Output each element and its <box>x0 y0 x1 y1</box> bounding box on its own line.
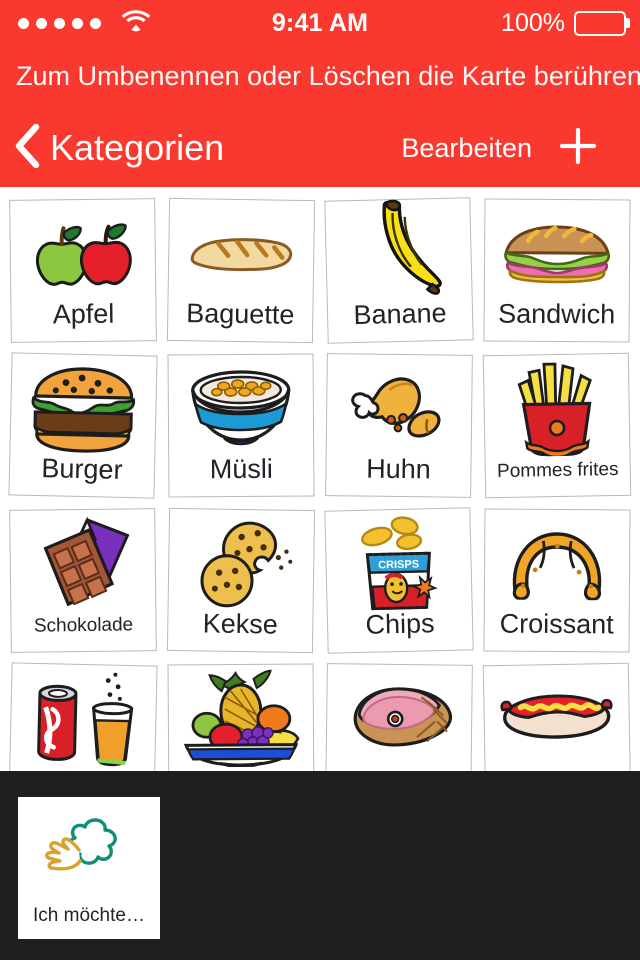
card-burger[interactable]: Burger <box>8 352 158 499</box>
hotdog-icon <box>484 668 630 766</box>
grid-cell: Schokolade <box>4 503 162 658</box>
sentence-bar: Ich möchte… <box>0 771 640 960</box>
grid-cell: Kekse <box>162 503 320 658</box>
chocolate-icon <box>10 513 155 611</box>
grid-cell <box>478 658 636 771</box>
card-fruit-bowl[interactable] <box>167 663 315 771</box>
battery-full-icon <box>574 10 630 36</box>
grid-cell: Apfel <box>4 193 162 348</box>
grid-cell: Huhn <box>320 348 478 503</box>
edit-button[interactable]: Bearbeiten <box>401 112 532 184</box>
back-button-label: Kategorien <box>50 127 225 168</box>
card-chicken-leg[interactable]: Huhn <box>325 353 473 498</box>
baguette-icon <box>169 203 314 301</box>
chevron-left-icon <box>14 123 40 173</box>
card-cereal-bowl[interactable]: Müsli <box>167 353 315 498</box>
battery-percent-label: 100% <box>501 8 565 37</box>
status-bar: 9:41 AM 100% <box>0 0 640 46</box>
status-bar-right: 100% <box>501 0 630 46</box>
card-label: Croissant <box>499 610 614 640</box>
sentence-starter-card[interactable]: Ich möchte… <box>18 797 160 939</box>
grid-cell: Müsli <box>162 348 320 503</box>
card-grid[interactable]: Apfel Baguette Banane Sandwich Burger Mü… <box>0 187 640 771</box>
cookies-icon <box>169 513 314 611</box>
card-baguette[interactable]: Baguette <box>166 197 316 344</box>
card-label: Kekse <box>202 609 279 640</box>
card-ham[interactable] <box>325 663 473 771</box>
card-label: Baguette <box>186 299 295 330</box>
grid-cell: Sandwich <box>478 193 636 348</box>
hint-banner: Zum Umbenennen oder Löschen die Karte be… <box>16 60 640 91</box>
grid-cell: Burger <box>4 348 162 503</box>
grid-cell <box>162 658 320 771</box>
back-button[interactable]: Kategorien <box>14 112 224 184</box>
card-label: Banane <box>353 299 447 331</box>
hand-speech-icon <box>18 803 160 899</box>
card-label: Müsli <box>209 455 273 485</box>
card-chips-bag[interactable]: CRISPS Chips <box>324 507 474 654</box>
grid-cell: Banane <box>320 193 478 348</box>
nav-bar: Kategorien Bearbeiten <box>0 112 640 184</box>
grid-cell: CRISPS Chips <box>320 503 478 658</box>
app-screen: 9:41 AM 100% Zum Umbenennen oder Löschen… <box>0 0 640 960</box>
card-sandwich[interactable]: Sandwich <box>483 198 631 343</box>
add-button[interactable] <box>552 112 604 184</box>
chips-bag-icon: CRISPS <box>325 512 471 611</box>
grid-cell <box>320 658 478 771</box>
grid-cell: Baguette <box>162 193 320 348</box>
fries-icon <box>484 358 630 457</box>
card-chocolate[interactable]: Schokolade <box>9 508 157 653</box>
fruit-bowl-icon <box>169 668 314 768</box>
card-cookies[interactable]: Kekse <box>166 507 316 654</box>
card-label: Huhn <box>366 455 431 485</box>
sentence-starter-label: Ich möchte… <box>33 905 145 926</box>
cereal-bowl-icon <box>169 358 314 455</box>
drinks-icon <box>10 667 156 767</box>
apple-icon <box>10 203 155 301</box>
banana-icon <box>325 199 471 301</box>
grid-cell: Pommes frites <box>478 348 636 503</box>
plus-icon <box>556 124 600 173</box>
ham-icon <box>327 668 472 766</box>
card-apple[interactable]: Apfel <box>9 198 157 343</box>
card-label: Burger <box>41 454 123 485</box>
card-drinks[interactable] <box>8 662 158 771</box>
burger-icon <box>10 357 156 456</box>
red-header: 9:41 AM 100% Zum Umbenennen oder Löschen… <box>0 0 640 187</box>
card-label: Sandwich <box>498 300 616 330</box>
card-label: Schokolade <box>33 615 134 637</box>
sandwich-icon <box>485 203 630 300</box>
grid-cell: Croissant <box>478 503 636 658</box>
card-hotdog[interactable] <box>482 662 632 771</box>
card-banana[interactable]: Banane <box>324 197 474 344</box>
croissant-icon <box>485 513 630 610</box>
card-label: Apfel <box>52 300 115 330</box>
card-label: Pommes frites <box>496 459 619 483</box>
card-croissant[interactable]: Croissant <box>483 508 631 653</box>
card-label: Chips <box>365 609 435 640</box>
chicken-leg-icon <box>327 358 472 456</box>
card-fries[interactable]: Pommes frites <box>482 352 632 499</box>
grid-cell <box>4 658 162 771</box>
svg-text:CRISPS: CRISPS <box>378 559 419 572</box>
